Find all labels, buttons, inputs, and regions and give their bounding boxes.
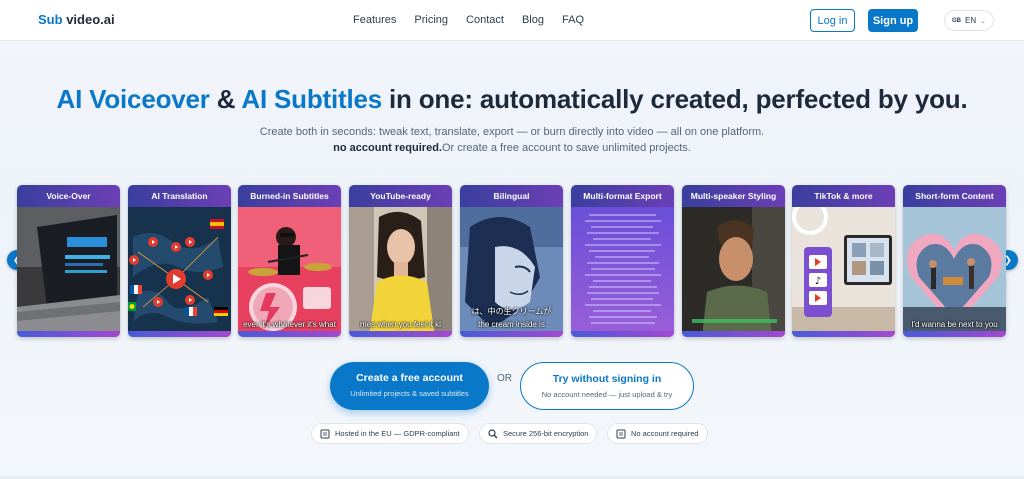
hero-subtitle: Create both in seconds: tweak text, tran… xyxy=(259,126,765,138)
phone-setup-image: ♪ xyxy=(792,207,895,337)
try-without-label: Try without signing in xyxy=(552,373,662,385)
card-title: Multi-speaker Styling xyxy=(682,185,785,207)
card-title: Voice-Over xyxy=(17,185,120,207)
logo-sub: Sub xyxy=(38,12,63,27)
laptop-image xyxy=(17,207,120,337)
hero-title-subtitles: AI Subtitles xyxy=(241,84,382,114)
free-account-note: Or create a free account to save unlimit… xyxy=(441,142,691,154)
hero-title-rest: in one: automatically created, perfected… xyxy=(382,84,968,114)
hero-subtitle-2: no account required.Or create a free acc… xyxy=(0,142,1024,154)
create-account-sublabel: Unlimited projects & saved subtitles xyxy=(350,389,469,398)
nav-features[interactable]: Features xyxy=(353,14,396,26)
search-icon xyxy=(488,428,498,438)
subtitle-caption-jp: は、中の生クリームが xyxy=(471,307,552,316)
card-bar xyxy=(460,331,563,337)
logo[interactable]: Sub video.ai xyxy=(38,12,115,27)
or-divider: OR xyxy=(497,373,512,384)
create-account-button[interactable]: Create a free account Unlimited projects… xyxy=(330,362,489,410)
document-icon xyxy=(320,429,330,438)
document-icon xyxy=(616,429,626,438)
card-title: AI Translation xyxy=(128,185,231,207)
nav-contact[interactable]: Contact xyxy=(466,14,504,26)
card-multi-speaker-styling[interactable]: Multi-speaker Styling xyxy=(682,185,785,337)
heart-stage-image xyxy=(903,207,1006,337)
card-bar xyxy=(349,331,452,337)
login-button[interactable]: Log in xyxy=(810,9,855,32)
card-bar xyxy=(792,331,895,337)
badge-no-account-label: No account required xyxy=(631,429,699,438)
signup-button[interactable]: Sign up xyxy=(868,9,918,32)
subtitle-caption: ever it's whatever it's what xyxy=(243,320,336,329)
subtitle-file-image xyxy=(571,207,674,337)
card-bar xyxy=(17,331,120,337)
anime-image xyxy=(460,207,563,337)
flag-icon: GB xyxy=(952,17,961,24)
drummer-image xyxy=(238,207,341,337)
world-map-image xyxy=(128,207,231,337)
card-ai-translation[interactable]: AI Translation xyxy=(128,185,231,337)
no-account-note: no account required. xyxy=(333,142,442,154)
badge-encryption-label: Secure 256-bit encryption xyxy=(503,429,589,438)
card-multi-format-export[interactable]: Multi-format Export xyxy=(571,185,674,337)
card-burned-in-subtitles[interactable]: Burned-in Subtitles ever it's whatever i… xyxy=(238,185,341,337)
main-nav: Features Pricing Contact Blog FAQ xyxy=(353,14,602,26)
create-account-label: Create a free account xyxy=(356,372,463,384)
badge-encryption: Secure 256-bit encryption xyxy=(479,423,598,444)
badge-gdpr: Hosted in the EU — GDPR-compliant xyxy=(311,423,469,444)
card-tiktok-more[interactable]: TikTok & more ♪ xyxy=(792,185,895,337)
try-without-signing-button[interactable]: Try without signing in No account needed… xyxy=(520,362,694,410)
hero-title-voiceover: AI Voiceover xyxy=(56,84,210,114)
language-selector[interactable]: GB EN ⌄ xyxy=(944,10,994,31)
top-header: Sub video.ai Features Pricing Contact Bl… xyxy=(0,0,1024,41)
card-bar xyxy=(903,331,1006,337)
try-without-sublabel: No account needed — just upload & try xyxy=(541,390,673,399)
singer-image xyxy=(349,207,452,337)
hero-title: AI Voiceover & AI Subtitles in one: auto… xyxy=(0,84,1024,115)
nav-faq[interactable]: FAQ xyxy=(562,14,584,26)
card-title: TikTok & more xyxy=(792,185,895,207)
card-title: YouTube-ready xyxy=(349,185,452,207)
chevron-down-icon: ⌄ xyxy=(980,17,986,25)
card-title: Bilingual xyxy=(460,185,563,207)
nav-pricing[interactable]: Pricing xyxy=(414,14,448,26)
subtitle-caption: the cream inside is xyxy=(478,320,545,329)
language-code: EN xyxy=(965,16,977,25)
badge-gdpr-label: Hosted in the EU — GDPR-compliant xyxy=(335,429,460,438)
card-short-form-content[interactable]: Short-form Content I'd wanna be next to … xyxy=(903,185,1006,337)
badge-no-account: No account required xyxy=(607,423,708,444)
card-youtube-ready[interactable]: YouTube-ready mes when you feel it ki xyxy=(349,185,452,337)
card-title: Multi-format Export xyxy=(571,185,674,207)
card-bar xyxy=(238,331,341,337)
card-bar xyxy=(682,331,785,337)
subtitle-caption: I'd wanna be next to you xyxy=(911,320,998,329)
speaker-image xyxy=(682,207,785,337)
hero-title-amp: & xyxy=(209,84,242,114)
card-title: Burned-in Subtitles xyxy=(238,185,341,207)
card-bar xyxy=(571,331,674,337)
card-title: Short-form Content xyxy=(903,185,1006,207)
card-bar xyxy=(128,331,231,337)
card-voice-over[interactable]: Voice-Over xyxy=(17,185,120,337)
nav-blog[interactable]: Blog xyxy=(522,14,544,26)
svg-text:♪: ♪ xyxy=(815,276,821,287)
subtitle-caption: mes when you feel it ki xyxy=(360,320,441,329)
logo-rest: video.ai xyxy=(66,12,115,27)
card-bilingual[interactable]: Bilingual は、中の生クリームが the cream inside is xyxy=(460,185,563,337)
